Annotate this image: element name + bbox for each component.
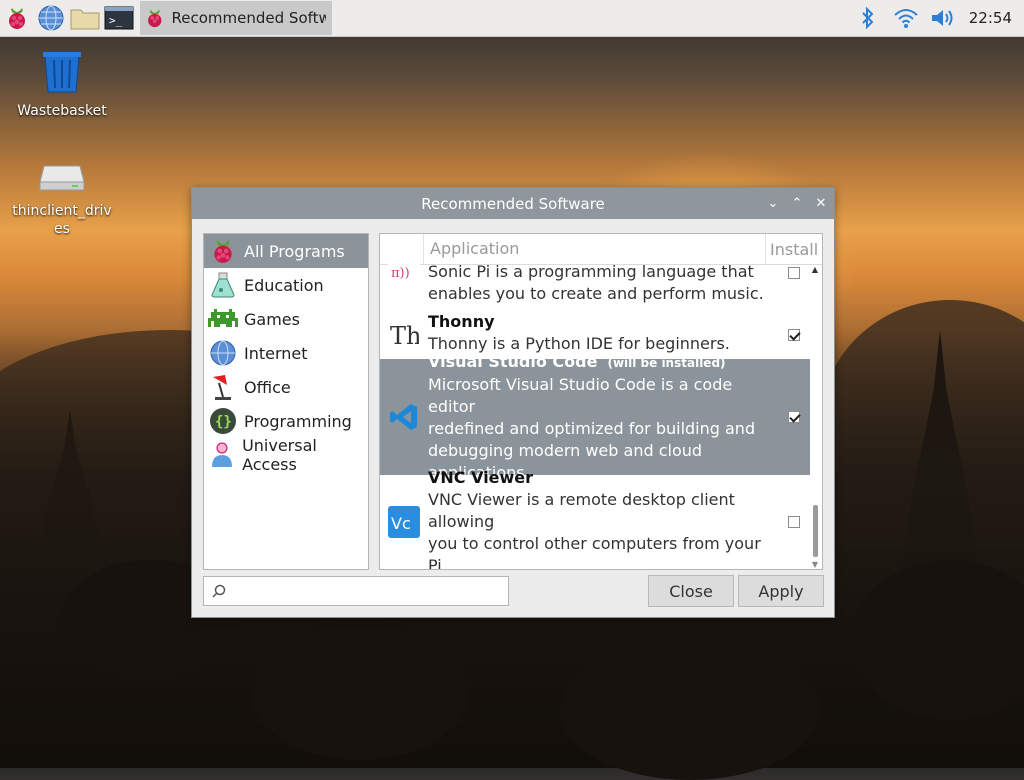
category-programming[interactable]: {} Programming [204,404,368,438]
clock[interactable]: 22:54 [963,9,1024,27]
list-item-visual-studio-code[interactable]: Visual Studio Code (will be installed) Mi… [380,352,810,482]
globe-icon [38,5,64,31]
taskbar-task-recommended-software[interactable]: Recommended Softw... [140,1,332,35]
column-header-application[interactable]: Application [424,234,766,264]
apply-button[interactable]: Apply [738,575,824,607]
desktop-icon-label: thinclient_drives [12,203,112,237]
file-manager-button[interactable] [68,1,102,35]
list-scrollbar[interactable]: ▲ ▼ [810,265,820,569]
application-list: Application Install π)) Sonic Pi is a pr… [379,233,823,570]
svg-text:{}: {} [215,414,232,430]
globe-icon [208,338,238,368]
app-description: you to control other computers from your… [428,534,761,570]
vscode-icon [380,402,428,432]
wifi-icon[interactable] [887,7,925,29]
raspberry-icon [9,8,25,29]
list-item-sonic-pi[interactable]: π)) Sonic Pi is a programming language t… [380,261,810,311]
minimize-icon[interactable]: ⌄ [766,196,780,211]
taskbar: >_ Recommended Softw... [0,0,1024,37]
install-checkbox-sonic-pi[interactable] [788,267,800,279]
vnc-viewer-icon: Vc [380,506,428,538]
raspberry-icon [148,9,162,28]
app-description: VNC Viewer is a remote desktop client al… [428,490,735,531]
desktop-icon-thinclient-drives[interactable]: thinclient_drives [12,160,112,238]
desktop-icon-wastebasket[interactable]: Wastebasket [12,50,112,120]
terminal-icon: >_ [104,6,134,30]
web-browser-button[interactable] [34,1,68,35]
desktop-icon-label: Wastebasket [17,103,107,119]
category-internet[interactable]: Internet [204,336,368,370]
application-rows: π)) Sonic Pi is a programming language t… [380,261,810,570]
category-label: Games [244,309,300,329]
category-label: Universal Access [242,436,317,474]
lamp-icon [208,372,238,402]
category-list: All Programs Education Games Internet Of… [203,233,369,570]
install-status-tag: (will be installed) [607,355,726,370]
category-all-programs[interactable]: All Programs [204,234,368,268]
scrollbar-thumb[interactable] [813,505,818,557]
category-education[interactable]: Education [204,268,368,302]
app-name: VNC Viewer [428,468,534,487]
category-label: Office [244,377,291,397]
volume-icon[interactable] [925,7,963,29]
install-checkbox-thonny[interactable] [788,329,800,341]
person-icon [208,440,236,470]
dialog-title: Recommended Software [421,194,605,213]
braces-icon: {} [208,406,238,436]
maximize-icon[interactable]: ⌃ [790,196,804,211]
folder-icon [70,9,100,30]
category-universal-access[interactable]: Universal Access [204,436,368,474]
app-description: Microsoft Visual Studio Code is a code e… [428,374,733,416]
app-description: redefined and optimized for building and [428,418,756,438]
system-tray: 22:54 [849,0,1024,36]
search-input[interactable] [232,582,508,600]
install-checkbox-visual-studio-code[interactable] [788,411,800,423]
install-checkbox-vnc-viewer[interactable] [788,516,800,528]
search-field[interactable] [203,576,509,606]
close-button[interactable]: Close [648,575,734,607]
scroll-up-arrow-icon[interactable]: ▲ [810,265,820,274]
drive-icon [39,165,85,191]
category-office[interactable]: Office [204,370,368,404]
category-label: Programming [244,411,352,431]
app-description: Sonic Pi is a programming language that [428,262,754,281]
dialog-titlebar[interactable]: Recommended Software ⌄ ⌃ ✕ [192,188,834,219]
thonny-icon: Th [380,311,428,359]
flask-icon [208,270,238,300]
taskbar-task-title: Recommended Softw... [171,9,326,27]
sonic-pi-icon: π)) [380,261,428,311]
scroll-down-arrow-icon[interactable]: ▼ [810,560,820,569]
category-label: Internet [244,343,308,363]
app-name: Thonny [428,312,495,331]
column-header-install[interactable]: Install [766,240,822,259]
list-item-vnc-viewer[interactable]: Vc VNC Viewer VNC Viewer is a remote des… [380,468,810,570]
close-icon[interactable]: ✕ [814,196,828,211]
svg-text:Th: Th [390,322,419,350]
svg-text:π)): π)) [391,266,410,281]
trash-icon [43,52,81,93]
terminal-button[interactable]: >_ [102,1,136,35]
recommended-software-dialog: Recommended Software ⌄ ⌃ ✕ All Programs [191,187,835,618]
search-icon [212,584,226,598]
app-name: Visual Studio Code [428,351,598,371]
category-label: Education [244,275,324,295]
svg-text:>_: >_ [109,14,123,27]
raspberry-menu-button[interactable] [0,1,34,35]
invader-icon [208,304,238,334]
category-games[interactable]: Games [204,302,368,336]
category-label: All Programs [244,241,345,261]
raspberry-icon [208,236,238,266]
svg-text:Vc: Vc [391,514,411,533]
bluetooth-icon[interactable] [849,6,887,30]
app-description: enables you to create and perform music. [428,284,764,303]
